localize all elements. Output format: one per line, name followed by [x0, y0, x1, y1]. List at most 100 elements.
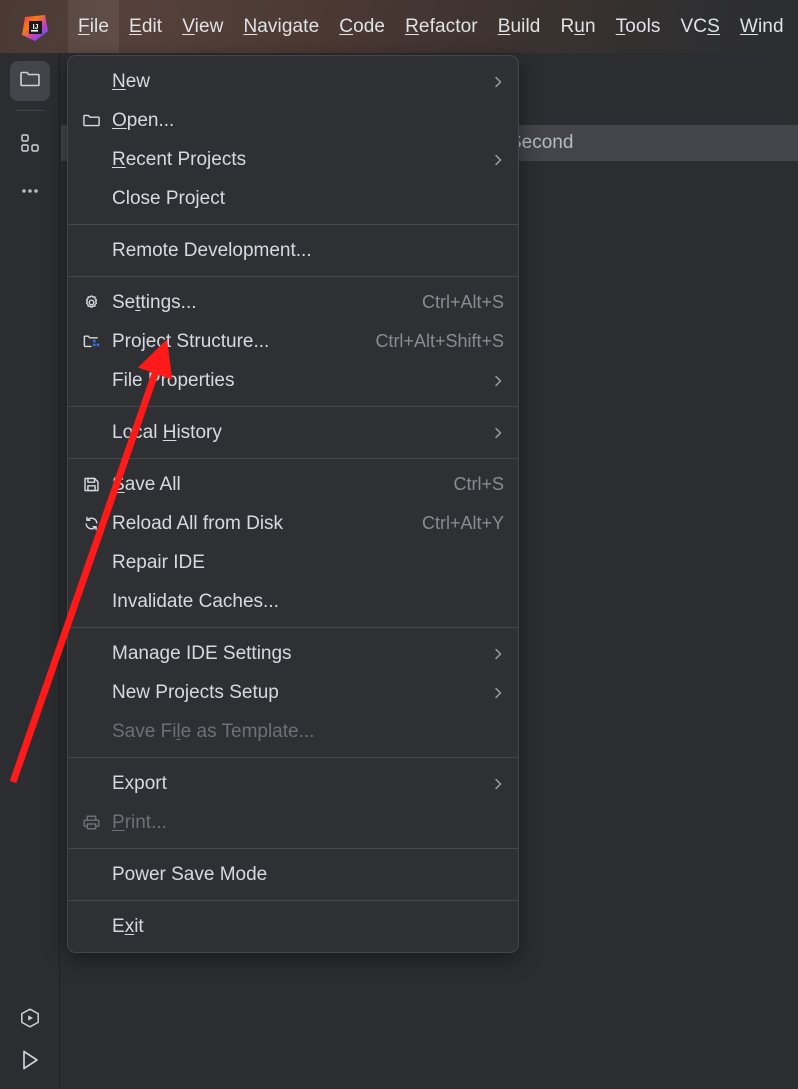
menu-item-label: Power Save Mode — [112, 863, 268, 885]
menu-separator — [68, 627, 518, 628]
menu-item-remote-development[interactable]: Remote Development... — [68, 231, 518, 270]
chevron-right-icon — [493, 152, 504, 168]
sidebar-item-run[interactable] — [10, 1049, 50, 1089]
menu-item-close-project[interactable]: Close Project — [68, 179, 518, 218]
menu-item-shortcut: Ctrl+Alt+Shift+S — [375, 331, 504, 351]
menu-item-label: Open... — [112, 109, 175, 131]
folder-icon — [82, 111, 112, 131]
folder-icon — [18, 67, 42, 96]
svg-text:IJ: IJ — [33, 24, 39, 31]
menubar-edit[interactable]: Edit — [119, 0, 172, 53]
menu-item-repair-ide[interactable]: Repair IDE — [68, 543, 518, 582]
menu-separator — [68, 900, 518, 901]
menubar-run[interactable]: Run — [550, 0, 605, 53]
menu-item-exit[interactable]: Exit — [68, 907, 518, 946]
file-menu-dropdown: New Open... Recent Projects Close Project Re… — [67, 55, 519, 953]
menu-item-label: Local History — [112, 421, 222, 443]
menu-item-new[interactable]: New — [68, 62, 518, 101]
menu-item-save-all[interactable]: Save All Ctrl+S — [68, 465, 518, 504]
menu-item-label: File Properties — [112, 369, 235, 391]
menubar-view[interactable]: View — [172, 0, 233, 53]
menu-item-label: Invalidate Caches... — [112, 590, 279, 612]
menu-item-icon-slot — [82, 241, 112, 261]
menu-item-shortcut: Ctrl+S — [453, 474, 504, 494]
menu-item-label: Repair IDE — [112, 551, 205, 573]
menu-item-icon-slot — [82, 865, 112, 885]
sidebar-item-build[interactable] — [10, 1001, 50, 1041]
menu-item-icon-slot — [82, 189, 112, 209]
menu-item-label: Save File as Template... — [112, 720, 315, 742]
menu-item-icon-slot — [82, 150, 112, 170]
app-logo: IJ — [0, 0, 68, 53]
play-icon — [17, 1047, 43, 1078]
menu-separator — [68, 276, 518, 277]
chevron-right-icon — [493, 685, 504, 701]
hexagon-run-icon — [17, 1006, 43, 1037]
menu-item-project-structure[interactable]: Project Structure... Ctrl+Alt+Shift+S — [68, 322, 518, 361]
menu-bar-items: File Edit View Navigate Code Refactor Bu… — [68, 0, 794, 53]
menu-item-icon-slot — [82, 371, 112, 391]
printer-icon — [82, 813, 112, 833]
menu-separator — [68, 458, 518, 459]
menu-item-label: Remote Development... — [112, 239, 312, 261]
menu-item-settings[interactable]: Settings... Ctrl+Alt+S — [68, 283, 518, 322]
reload-icon — [82, 514, 112, 534]
left-tool-rail — [0, 53, 60, 1089]
main-menu-bar: IJ File Edit View Navigate Code Refactor… — [0, 0, 798, 53]
menu-item-icon-slot — [82, 774, 112, 794]
menu-item-label: Reload All from Disk — [112, 512, 284, 534]
menubar-refactor[interactable]: Refactor — [395, 0, 488, 53]
widgets-icon — [19, 132, 41, 159]
menu-item-shortcut: Ctrl+Alt+S — [421, 292, 504, 312]
gear-icon — [82, 293, 112, 313]
sidebar-item-more[interactable] — [10, 173, 50, 213]
ide-window: Second IJ File Edit View Navigate Code R… — [0, 0, 798, 1089]
menu-item-label: New — [112, 70, 151, 92]
chevron-right-icon — [493, 373, 504, 389]
menu-item-icon-slot — [82, 423, 112, 443]
menu-item-new-projects-setup[interactable]: New Projects Setup — [68, 673, 518, 712]
menubar-build[interactable]: Build — [488, 0, 551, 53]
menubar-tools[interactable]: Tools — [606, 0, 671, 53]
menu-item-reload-all-from-disk[interactable]: Reload All from Disk Ctrl+Alt+Y — [68, 504, 518, 543]
chevron-right-icon — [493, 74, 504, 90]
menu-item-open[interactable]: Open... — [68, 101, 518, 140]
menu-item-invalidate-caches[interactable]: Invalidate Caches... — [68, 582, 518, 621]
menu-item-icon-slot — [82, 683, 112, 703]
chevron-right-icon — [493, 425, 504, 441]
menu-item-icon-slot — [82, 72, 112, 92]
menu-item-file-properties[interactable]: File Properties — [68, 361, 518, 400]
menu-item-label: Export — [112, 772, 167, 794]
menubar-navigate[interactable]: Navigate — [233, 0, 329, 53]
menu-item-icon-slot — [82, 592, 112, 612]
menu-separator — [68, 224, 518, 225]
menu-item-label: New Projects Setup — [112, 681, 279, 703]
menubar-code[interactable]: Code — [329, 0, 395, 53]
menu-separator — [68, 757, 518, 758]
menu-item-icon-slot — [82, 722, 112, 742]
menu-item-label: Settings... — [112, 291, 197, 313]
menu-item-local-history[interactable]: Local History — [68, 413, 518, 452]
menu-item-label: Project Structure... — [112, 330, 270, 352]
save-icon — [82, 475, 112, 495]
sidebar-item-structure[interactable] — [10, 125, 50, 165]
intellij-idea-logo-icon: IJ — [21, 14, 48, 41]
menubar-vcs[interactable]: VCS — [671, 0, 730, 53]
menu-item-label: Recent Projects — [112, 148, 247, 170]
menu-item-icon-slot — [82, 917, 112, 937]
menu-item-save-file-as-template: Save File as Template... — [68, 712, 518, 751]
menu-item-shortcut: Ctrl+Alt+Y — [421, 513, 504, 533]
menu-item-power-save-mode[interactable]: Power Save Mode — [68, 855, 518, 894]
menu-separator — [68, 848, 518, 849]
menu-item-label: Close Project — [112, 187, 225, 209]
menu-item-label: Manage IDE Settings — [112, 642, 292, 664]
chevron-right-icon — [493, 776, 504, 792]
menubar-file[interactable]: File — [68, 0, 120, 53]
menu-item-icon-slot — [82, 553, 112, 573]
menu-item-manage-ide-settings[interactable]: Manage IDE Settings — [68, 634, 518, 673]
menubar-window[interactable]: Wind — [730, 0, 794, 53]
sidebar-item-project[interactable] — [9, 61, 50, 101]
menu-item-recent-projects[interactable]: Recent Projects — [68, 140, 518, 179]
menu-item-export[interactable]: Export — [68, 764, 518, 803]
menu-item-label: Print... — [112, 811, 167, 833]
